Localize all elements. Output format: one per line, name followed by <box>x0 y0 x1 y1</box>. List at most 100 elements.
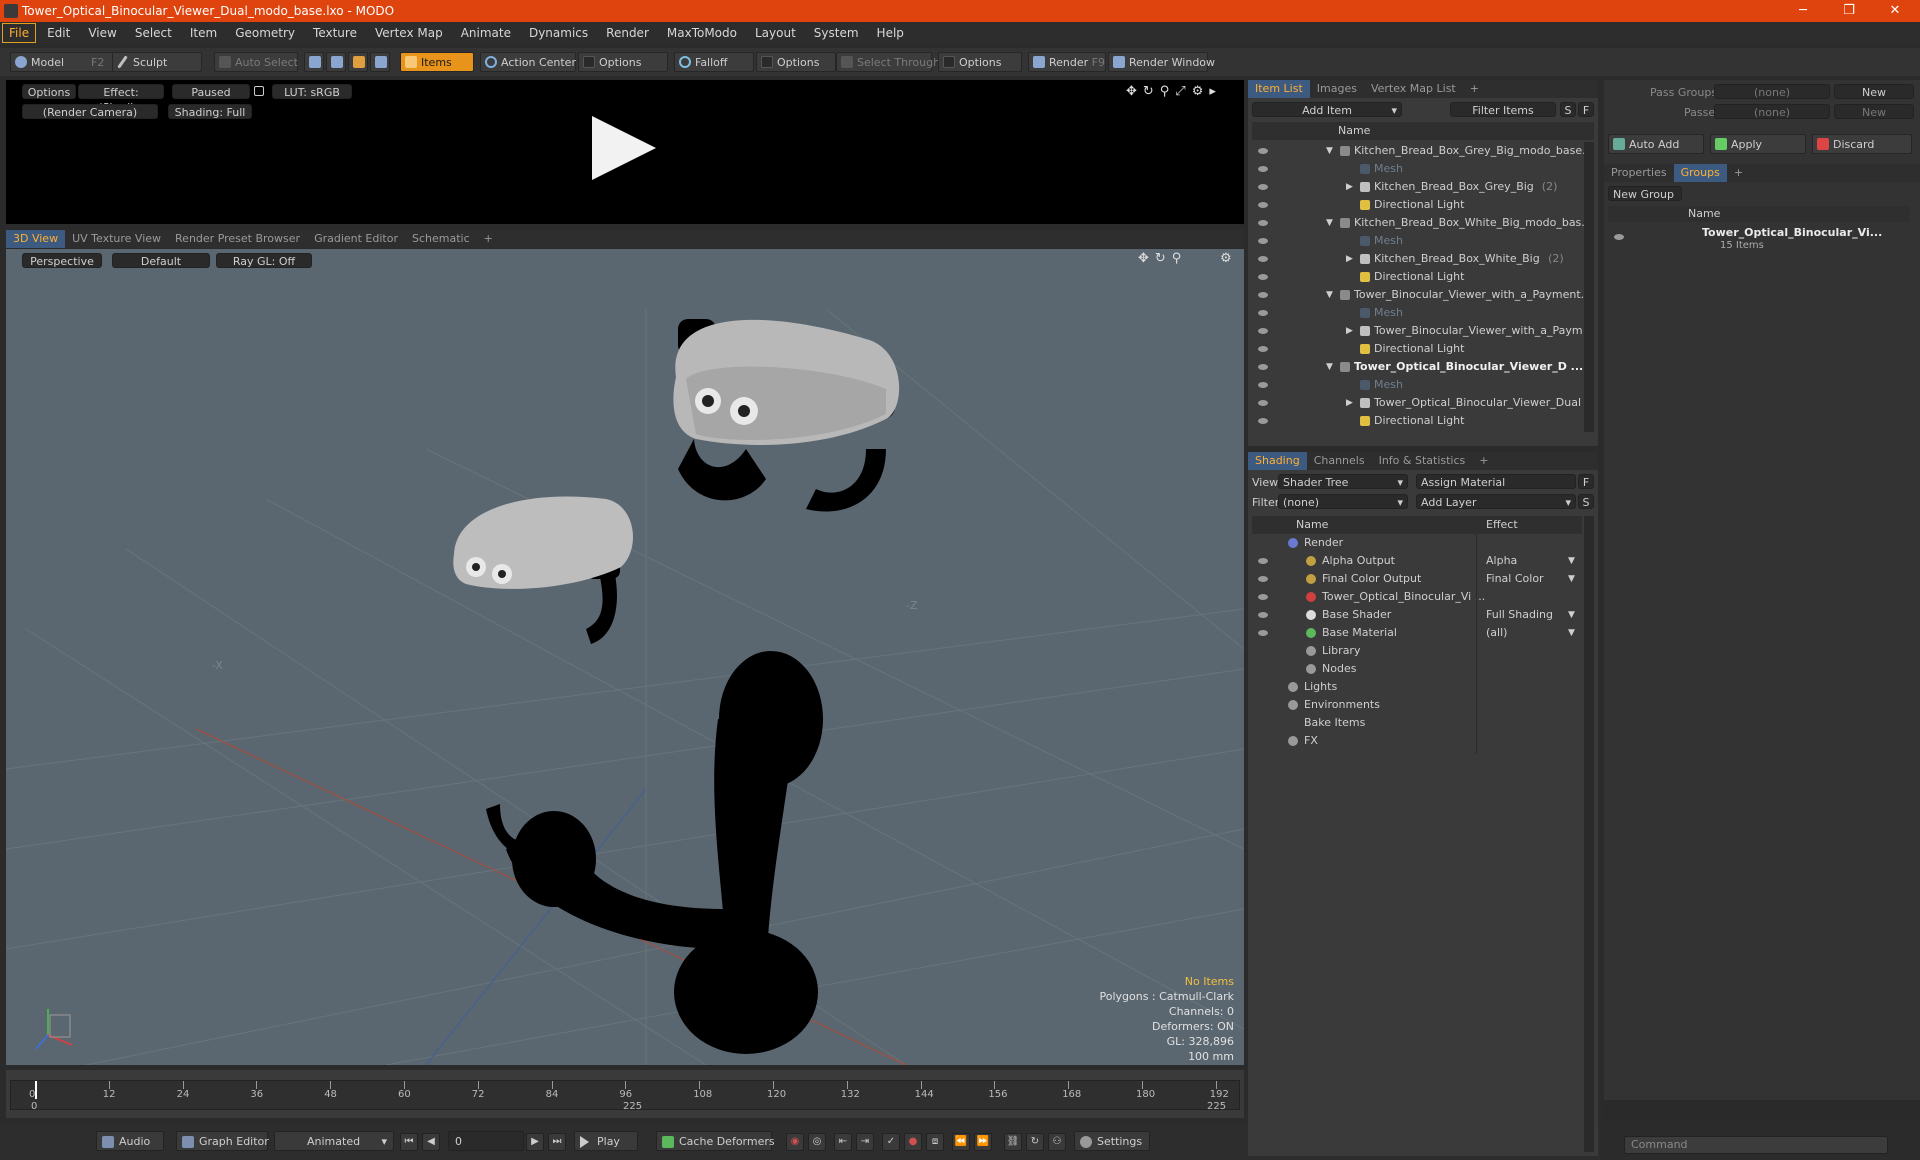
group-row[interactable]: Tower_Optical_Binocular_Vi... 15 Items <box>1608 226 1910 254</box>
link-icon[interactable]: ⛓ <box>1004 1133 1022 1151</box>
timeline-ruler[interactable]: 0 12 24 36 48 60 72 84 96 108 120 132 144 156 168 180 19… <box>10 1080 1376 1112</box>
item-list-row[interactable]: Mesh <box>1252 232 1586 250</box>
render-camera-dropdown[interactable]: (Render Camera) <box>22 104 158 119</box>
item-list-row[interactable]: ▶Tower_Optical_Binocular_Viewer_Dual(2) <box>1252 394 1586 412</box>
expand-arrow-icon[interactable]: ▶ <box>1346 250 1353 268</box>
lock-icon[interactable] <box>254 86 264 96</box>
current-frame-input[interactable]: 0 <box>448 1131 524 1151</box>
item-list-row[interactable]: Mesh <box>1252 376 1586 394</box>
timeline[interactable]: 0 12 24 36 48 60 72 84 96 108 120 132 144 156 168 180 19… <box>6 1070 1376 1118</box>
go-to-start-icon[interactable]: ⏮ <box>400 1133 418 1151</box>
audio-button[interactable]: Audio <box>96 1131 164 1151</box>
lut-dropdown[interactable]: LUT: sRGB <box>272 84 352 99</box>
eye-icon[interactable] <box>1258 310 1268 316</box>
menu-select[interactable]: Select <box>126 22 181 44</box>
model-mode-button[interactable]: Model F2 <box>10 52 116 72</box>
next-key-icon[interactable]: ▶ <box>526 1133 544 1151</box>
menu-geometry[interactable]: Geometry <box>226 22 304 44</box>
eye-icon[interactable] <box>1258 166 1268 172</box>
eye-icon[interactable] <box>1258 418 1268 424</box>
perspective-dropdown[interactable]: Perspective <box>22 253 102 268</box>
menu-layout[interactable]: Layout <box>746 22 805 44</box>
animated-dropdown[interactable]: Animated ▾ <box>274 1131 394 1151</box>
eye-icon[interactable] <box>1258 576 1268 582</box>
raygl-dropdown[interactable]: Ray GL: Off <box>216 253 312 268</box>
viewport-nav-controls[interactable]: ✥↻⚲ <box>1138 251 1187 266</box>
expand-arrow-icon[interactable]: ▶ <box>1346 322 1353 340</box>
tab-item-list[interactable]: Item List <box>1248 80 1310 98</box>
expand-arrow-icon[interactable]: ▶ <box>1346 178 1353 196</box>
polygons-mode-button[interactable] <box>348 52 368 72</box>
playhead[interactable] <box>35 1081 37 1099</box>
falloff-button[interactable]: Falloff <box>674 52 754 72</box>
eye-icon[interactable] <box>1258 256 1268 262</box>
tab-shading[interactable]: Shading <box>1248 452 1307 470</box>
eye-icon[interactable] <box>1258 184 1268 190</box>
eye-icon[interactable] <box>1258 328 1268 334</box>
collapse-arrow-icon[interactable]: ▼ <box>1326 142 1333 160</box>
key-mode-icon[interactable]: ⧈ <box>926 1133 944 1151</box>
previous-key-icon[interactable]: ◀ <box>422 1133 440 1151</box>
item-list-row[interactable]: ▼ Tower_Optical_Binocular_Viewer_D ... <box>1252 358 1586 376</box>
auto-key-icon[interactable]: ◎ <box>808 1133 826 1151</box>
filter-items-input[interactable]: Filter Items <box>1450 102 1556 117</box>
3d-viewport[interactable]: Perspective Default Ray GL: Off ✥↻⚲ ⚙ -X… <box>6 249 1244 1065</box>
tab-channels[interactable]: Channels <box>1307 452 1372 470</box>
action-center-button[interactable]: Action Center <box>480 52 576 72</box>
render-window-button[interactable]: Render Window <box>1108 52 1215 72</box>
shader-tree[interactable]: Render Alpha Output Alpha ▼ Final Color Outp… <box>1252 534 1582 1134</box>
shading-s-button[interactable]: S <box>1578 494 1594 509</box>
eye-icon[interactable] <box>1614 234 1624 240</box>
step-forward-icon[interactable]: ⏩ <box>974 1133 992 1151</box>
eye-icon[interactable] <box>1258 594 1268 600</box>
close-button[interactable]: ✕ <box>1872 0 1918 22</box>
shader-effect-dropdown[interactable]: Alpha <box>1486 552 1517 570</box>
eye-icon[interactable] <box>1258 630 1268 636</box>
shader-row-base-material[interactable]: Base Material (all) ▼ <box>1252 624 1582 642</box>
command-input[interactable]: Command <box>1624 1136 1888 1154</box>
eye-icon[interactable] <box>1258 400 1268 406</box>
step-back-icon[interactable]: ⏪ <box>952 1133 970 1151</box>
item-list-row[interactable]: ▶ Tower_Binocular_Viewer_with_a_Paym ... <box>1252 322 1586 340</box>
menu-file[interactable]: File <box>2 23 37 43</box>
menu-system[interactable]: System <box>805 22 868 44</box>
eye-icon[interactable] <box>1258 238 1268 244</box>
preview-effect-dropdown[interactable]: Effect: (Shadi... <box>78 84 164 114</box>
item-list-row[interactable]: Directional Light <box>1252 268 1586 286</box>
falloff-options-button[interactable]: Options <box>756 52 836 72</box>
collapse-arrow-icon[interactable]: ▼ <box>1326 214 1333 232</box>
materials-mode-button[interactable] <box>370 52 390 72</box>
menu-item[interactable]: Item <box>181 22 226 44</box>
play-preview-icon[interactable] <box>592 116 656 180</box>
tab-add[interactable]: + <box>477 230 500 248</box>
shading-f-button[interactable]: F <box>1578 474 1594 489</box>
menu-animate[interactable]: Animate <box>452 22 520 44</box>
item-list-row[interactable]: ▶ Kitchen_Bread_Box_Grey_Big (2) <box>1252 178 1586 196</box>
item-list-row[interactable]: Mesh <box>1252 304 1586 322</box>
items-mode-button[interactable]: Items <box>400 52 474 72</box>
apply-button[interactable]: Apply <box>1710 134 1806 154</box>
settings-button[interactable]: Settings <box>1074 1131 1150 1151</box>
viewport-settings-icon[interactable]: ⚙ <box>1220 251 1232 266</box>
vertices-mode-button[interactable] <box>304 52 324 72</box>
item-list-scrollbar[interactable] <box>1584 142 1594 432</box>
shader-scrollbar[interactable] <box>1584 516 1594 1152</box>
preview-options-button[interactable]: Options <box>22 84 76 99</box>
tab-3d-view[interactable]: 3D View <box>6 230 66 248</box>
collapse-arrow-icon[interactable]: ▼ <box>1326 286 1333 304</box>
item-list-f-button[interactable]: F <box>1578 102 1594 117</box>
shader-row-tower-optical-binocular-vi[interactable]: Tower_Optical_Binocular_Vi ... <box>1252 588 1582 606</box>
edges-mode-button[interactable] <box>326 52 346 72</box>
item-list-row[interactable]: Directional Light <box>1252 196 1586 214</box>
expand-arrow-icon[interactable]: ▶ <box>1346 394 1353 412</box>
shader-row-final-color-output[interactable]: Final Color Output Final Color ▼ <box>1252 570 1582 588</box>
menu-maxtomodo[interactable]: MaxToModo <box>658 22 746 44</box>
shader-view-dropdown[interactable]: Shader Tree ▾ <box>1278 474 1408 489</box>
tab-render-preset-browser[interactable]: Render Preset Browser <box>168 230 307 248</box>
eye-icon[interactable] <box>1258 148 1268 154</box>
tab-uv-texture-view[interactable]: UV Texture View <box>65 230 168 248</box>
select-through-button[interactable]: Select Through <box>836 52 940 72</box>
shading-mode-dropdown[interactable]: Shading: Full <box>168 104 252 119</box>
go-to-end-icon[interactable]: ⏭ <box>548 1133 566 1151</box>
default-style-dropdown[interactable]: Default <box>112 253 210 268</box>
